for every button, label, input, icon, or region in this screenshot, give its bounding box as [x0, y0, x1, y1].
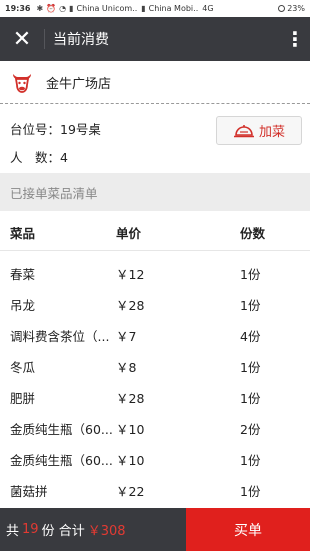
header-dish: 菜品	[10, 226, 36, 241]
battery-indicator: 23%	[278, 4, 305, 13]
more-vertical-icon: ⋮	[285, 27, 305, 51]
store-name: 金牛广场店	[46, 76, 112, 92]
list-item: 菌菇拼 ￥22 1份	[0, 472, 310, 503]
dish-price: ￥28	[116, 391, 145, 406]
serving-dish-icon	[233, 124, 254, 137]
dish-price: ￥8	[116, 360, 137, 375]
list-item: 吊龙 ￥28 1份	[0, 286, 310, 317]
close-icon: ✕	[12, 26, 32, 52]
total-mid: 份 合计	[41, 524, 85, 539]
list-item: 肥胼 ￥28 1份	[0, 379, 310, 410]
dish-name: 菌菇拼	[10, 484, 48, 499]
dish-qty: 1份	[240, 453, 261, 468]
section-title: 已接单菜品清单	[0, 173, 310, 211]
dish-price: ￥12	[116, 267, 145, 282]
list-item: 春菜 ￥12 1份	[0, 255, 310, 286]
dish-list[interactable]: 春菜 ￥12 1份 吊龙 ￥28 1份 调料费含茶位（... ￥7 4份 冬瓜 …	[0, 251, 310, 508]
add-dish-button[interactable]: 加菜	[216, 116, 302, 145]
alarm-icon: ⏰	[46, 4, 57, 13]
header-qty: 份数	[240, 226, 266, 241]
header-price: 单价	[116, 226, 142, 241]
dish-qty: 1份	[240, 484, 261, 499]
dish-price: ￥22	[116, 484, 145, 499]
checkout-bar: 共 19 份 合计 ￥308 买单	[0, 508, 310, 551]
total-count: 19	[22, 522, 39, 537]
dish-name: 吊龙	[10, 298, 36, 313]
status-network: 4G	[202, 4, 214, 13]
wifi-icon: ◔	[59, 4, 67, 13]
list-item: 调料费含茶位（... ￥7 4份	[0, 317, 310, 348]
battery-percent: 23%	[287, 4, 305, 13]
list-item: 金质纯生瓶（60... ￥10 1份	[0, 441, 310, 472]
status-carrier-1: China Unicom..	[76, 4, 138, 13]
dish-name: 金质纯生瓶（60...	[10, 453, 113, 468]
dish-qty: 4份	[240, 329, 261, 344]
ox-logo-icon	[13, 74, 31, 93]
bluetooth-icon: ✱	[36, 4, 44, 13]
dish-name: 金质纯生瓶（60...	[10, 422, 113, 437]
dish-qty: 1份	[240, 298, 261, 313]
total-prefix: 共	[6, 524, 20, 539]
close-button[interactable]: ✕	[0, 17, 44, 61]
store-header: 金牛广场店	[0, 61, 310, 104]
more-button[interactable]: ⋮	[280, 17, 310, 61]
list-item: 冬瓜 ￥8 1份	[0, 348, 310, 379]
status-bar: 19:36 ✱ ⏰ ◔ ▮ China Unicom.. ▮ China Mob…	[0, 0, 310, 17]
dish-qty: 1份	[240, 360, 261, 375]
order-summary: 共 19 份 合计 ￥308	[0, 508, 186, 551]
list-item: 金质纯生瓶（60... ￥10 2份	[0, 410, 310, 441]
add-dish-label: 加菜	[258, 125, 285, 140]
table-header: 菜品 单价 份数	[0, 211, 310, 251]
dish-price: ￥10	[116, 422, 145, 437]
dish-name: 春菜	[10, 267, 36, 282]
dish-name: 肥胼	[10, 391, 36, 406]
pay-button[interactable]: 买单	[186, 508, 310, 551]
signal-icon: ▮	[141, 4, 146, 13]
signal-icon: ▮	[69, 4, 74, 13]
battery-icon	[278, 5, 286, 12]
dish-qty: 1份	[240, 391, 261, 406]
dish-price: ￥10	[116, 453, 145, 468]
top-bar: ✕ 当前消费 ⋮	[0, 17, 310, 61]
dish-price: ￥7	[116, 329, 137, 344]
title-divider	[44, 29, 45, 49]
status-carrier-2: China Mobi..	[148, 4, 199, 13]
dish-qty: 2份	[240, 422, 261, 437]
status-time: 19:36	[5, 4, 31, 13]
order-info: 台位号：19号桌 人 数：4 加菜	[0, 105, 310, 173]
dish-qty: 1份	[240, 267, 261, 282]
page-title: 当前消费	[53, 32, 109, 48]
total-amount: ￥308	[87, 524, 126, 539]
people-count: 人 数：4	[10, 150, 68, 165]
table-number: 台位号：19号桌	[10, 122, 101, 137]
dish-name: 冬瓜	[10, 360, 36, 375]
dish-name: 调料费含茶位（...	[10, 329, 110, 344]
dish-price: ￥28	[116, 298, 145, 313]
